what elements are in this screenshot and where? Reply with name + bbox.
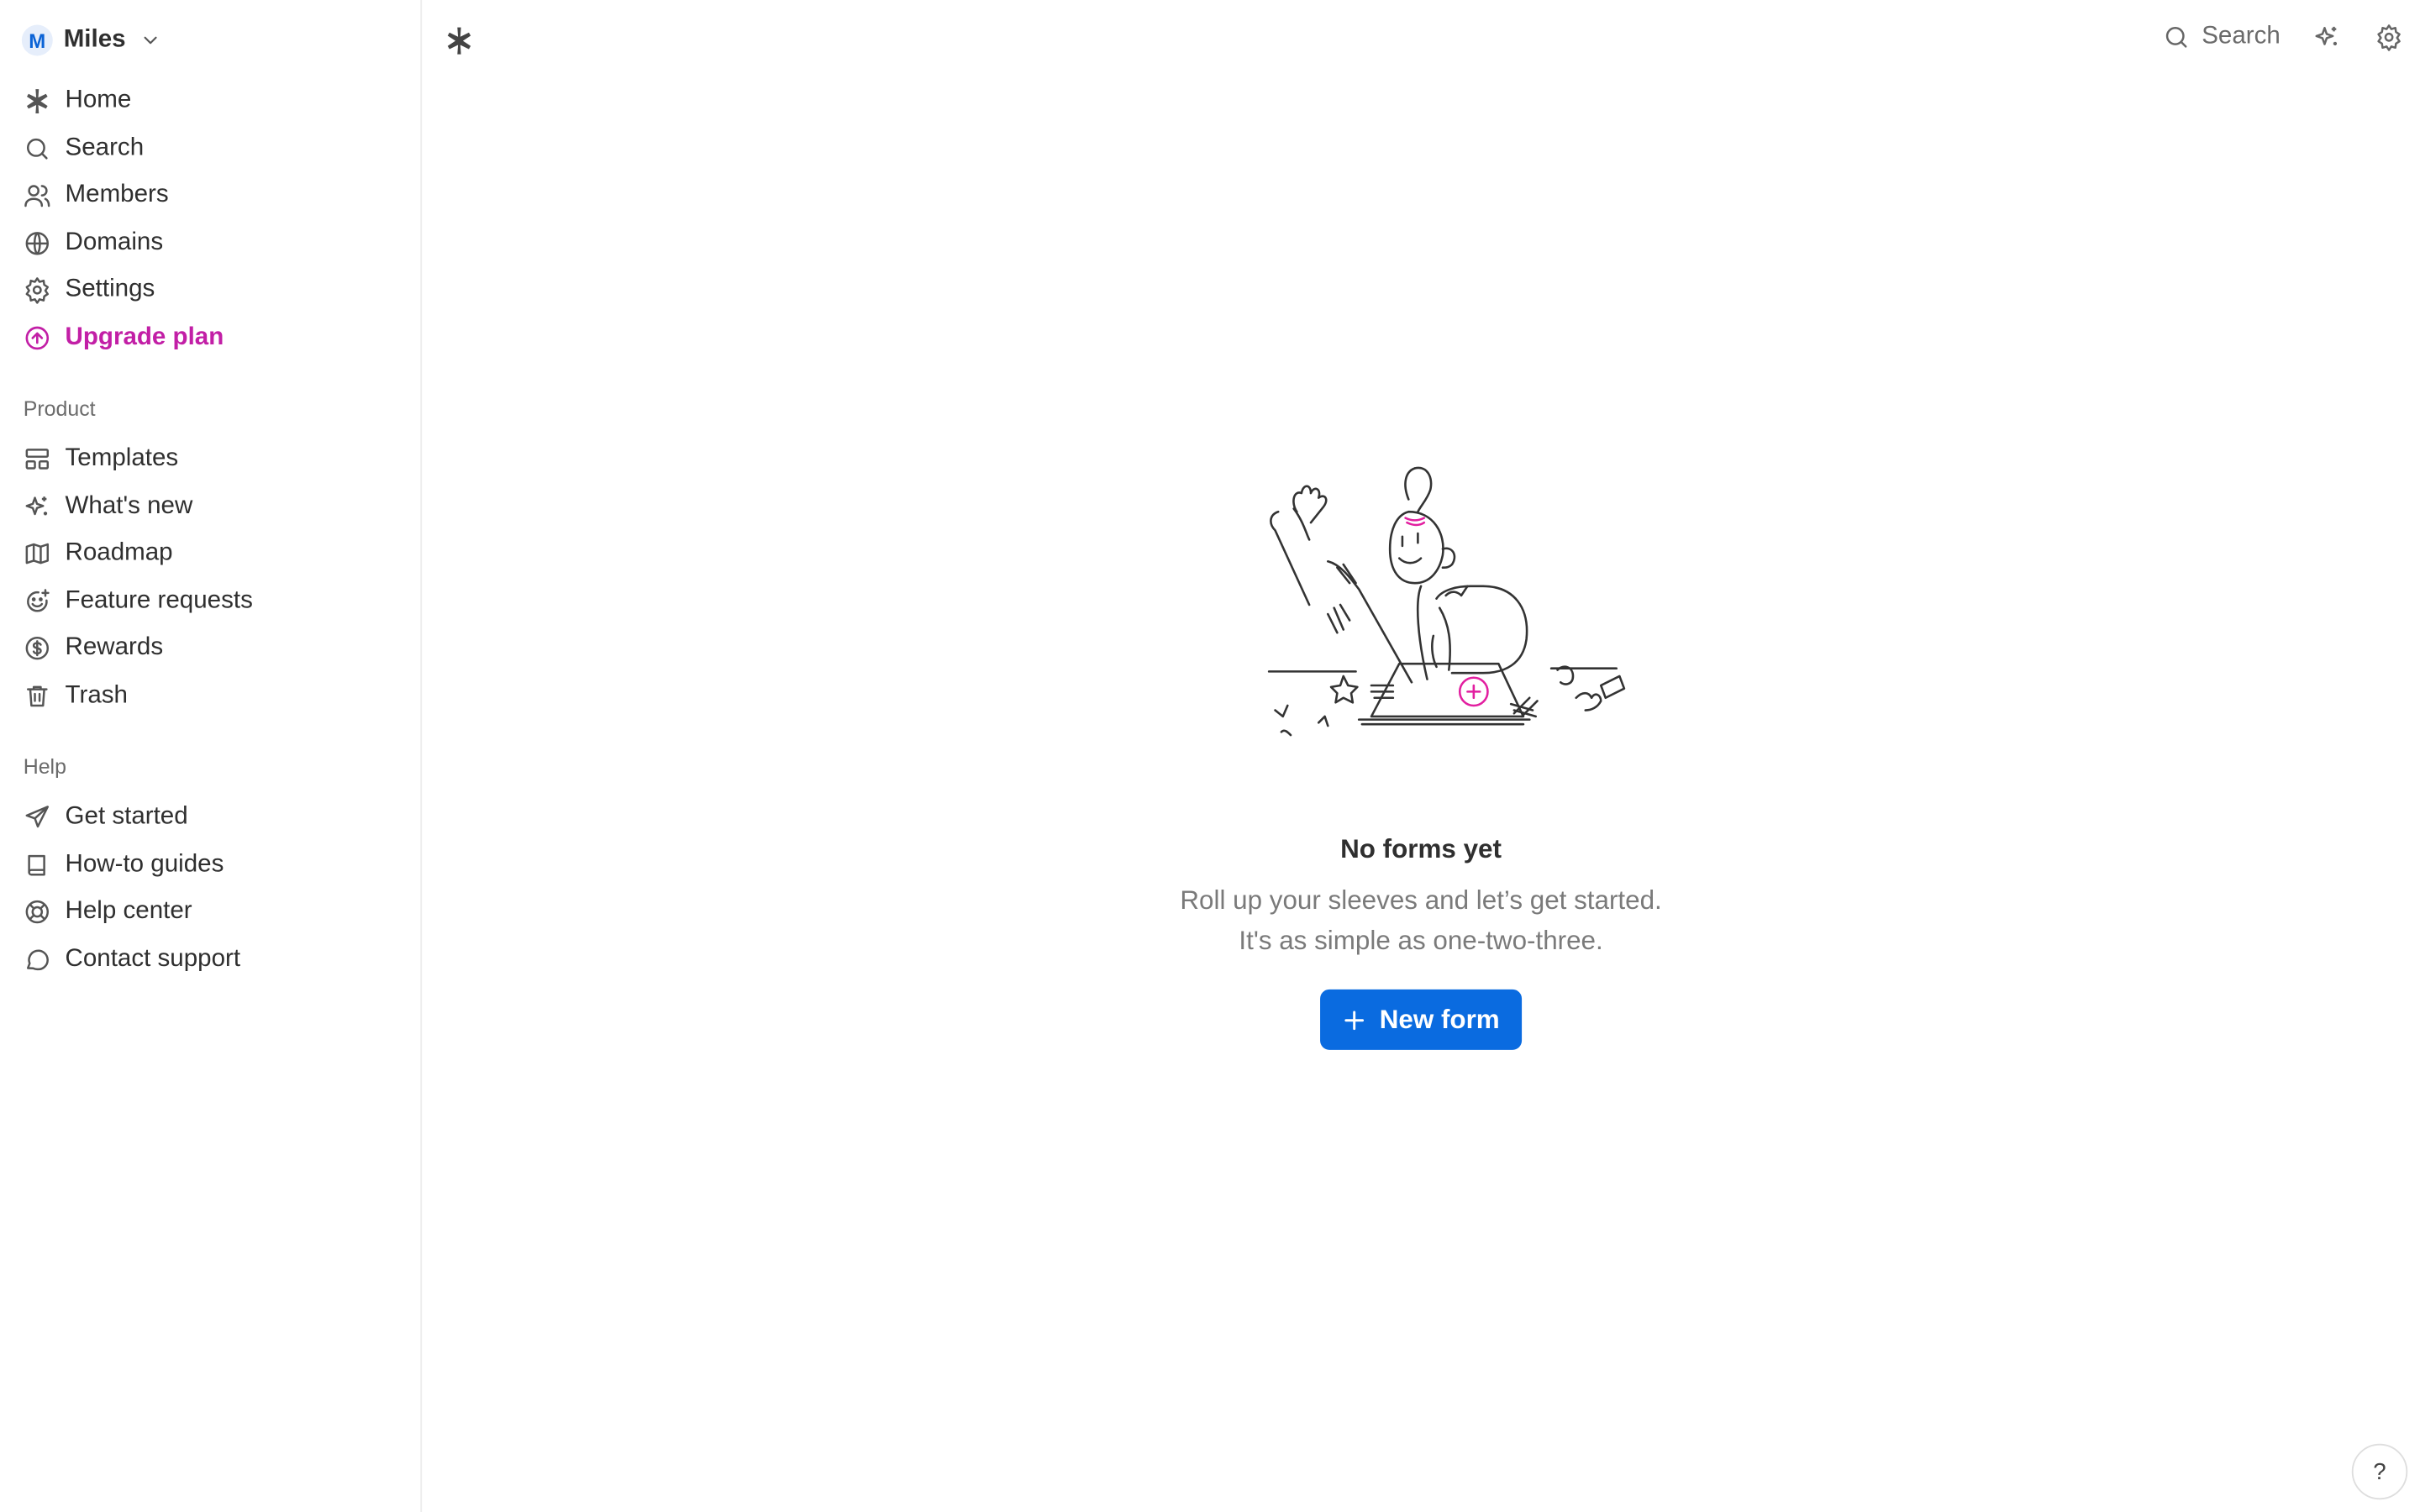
sidebar-item-label: Search	[65, 134, 145, 161]
top-search-label: Search	[2202, 23, 2281, 50]
sidebar-item-label: Help center	[65, 898, 192, 925]
sidebar-item-templates[interactable]: Templates	[13, 436, 408, 483]
top-search-button[interactable]: Search	[2163, 24, 2281, 51]
lifebuoy-icon	[24, 898, 51, 926]
sidebar-item-upgrade-plan[interactable]: Upgrade plan	[13, 314, 408, 361]
sparkles-icon	[24, 493, 51, 521]
workspace-avatar: M	[21, 24, 53, 56]
book-icon	[24, 851, 51, 879]
sidebar-item-help-center[interactable]: Help center	[13, 889, 408, 936]
sidebar-item-label: Members	[65, 181, 169, 208]
sidebar-item-home[interactable]: Home	[13, 77, 408, 124]
sidebar-item-settings[interactable]: Settings	[13, 267, 408, 314]
sidebar-item-label: Home	[65, 87, 132, 114]
empty-state-title: No forms yet	[1340, 834, 1502, 864]
plus-icon	[1344, 1010, 1365, 1030]
sidebar-item-label: Roadmap	[65, 539, 173, 567]
whats-new-button[interactable]	[2312, 22, 2343, 53]
question-mark-icon: ?	[2373, 1458, 2386, 1485]
gear-icon	[24, 276, 51, 305]
empty-state-line-1: Roll up your sleeves and let’s get start…	[1180, 885, 1662, 916]
sidebar-item-feature-requests[interactable]: Feature requests	[13, 578, 408, 625]
sidebar-item-trash[interactable]: Trash	[13, 672, 408, 719]
sidebar-item-search[interactable]: Search	[13, 125, 408, 172]
arrow-up-circle-icon	[24, 323, 51, 351]
chat-bubble-icon	[24, 946, 51, 974]
sidebar-item-label: Domains	[65, 228, 164, 256]
new-form-button[interactable]: New form	[1320, 989, 1522, 1050]
sidebar-item-get-started[interactable]: Get started	[13, 794, 408, 841]
sidebar-item-rewards[interactable]: Rewards	[13, 625, 408, 672]
sidebar: M Miles Home Search Members Domains Sett…	[0, 0, 423, 1512]
empty-state-line-2: It's as simple as one-two-three.	[1239, 926, 1603, 956]
sparkles-icon	[2315, 26, 2337, 45]
sidebar-item-label: Templates	[65, 445, 179, 472]
trash-icon	[24, 682, 51, 710]
search-icon	[24, 134, 51, 162]
sidebar-item-label: Trash	[65, 681, 128, 709]
send-icon	[24, 804, 51, 832]
workspace-name: Miles	[63, 26, 126, 53]
sidebar-item-how-to-guides[interactable]: How-to guides	[13, 842, 408, 889]
gear-icon	[2377, 24, 2401, 51]
sidebar-item-domains[interactable]: Domains	[13, 219, 408, 266]
empty-state-illustration	[1267, 466, 1626, 737]
sidebar-item-label: Rewards	[65, 634, 164, 661]
sidebar-item-label: Feature requests	[65, 587, 253, 614]
section-label-product: Product	[23, 396, 96, 421]
dollar-circle-icon	[24, 635, 51, 663]
globe-icon	[24, 229, 51, 257]
main-content: Search No forms yet Roll up your sleeves…	[422, 0, 2420, 1512]
workspace-switcher[interactable]: M Miles	[21, 22, 161, 59]
layout-icon	[24, 445, 51, 473]
sidebar-item-label: Get started	[65, 803, 188, 831]
sidebar-item-label: Upgrade plan	[65, 323, 224, 350]
sidebar-item-members[interactable]: Members	[13, 172, 408, 219]
asterisk-logo-icon[interactable]	[444, 25, 475, 56]
top-toolbar: Search	[2163, 22, 2404, 53]
search-icon	[2166, 26, 2188, 48]
chevron-down-icon	[144, 36, 157, 45]
new-form-label: New form	[1379, 1004, 1500, 1034]
help-floating-button[interactable]: ?	[2351, 1443, 2408, 1500]
product-nav: Templates What's new Roadmap Feature req…	[13, 436, 408, 720]
settings-button[interactable]	[2374, 22, 2405, 53]
sidebar-item-label: Settings	[65, 276, 155, 303]
asterisk-icon	[24, 87, 51, 115]
sidebar-item-contact-support[interactable]: Contact support	[13, 936, 408, 983]
users-icon	[24, 181, 51, 209]
empty-state-description: Roll up your sleeves and let’s get start…	[1180, 881, 1661, 962]
sidebar-item-label: Contact support	[65, 945, 241, 973]
section-label-help: Help	[23, 755, 66, 779]
sidebar-item-label: What's new	[65, 492, 193, 519]
main-nav: Home Search Members Domains Settings Upg…	[13, 77, 408, 361]
sidebar-item-whats-new[interactable]: What's new	[13, 483, 408, 530]
map-icon	[24, 540, 51, 568]
sidebar-item-roadmap[interactable]: Roadmap	[13, 530, 408, 577]
smile-plus-icon	[24, 587, 51, 615]
help-nav: Get started How-to guides Help center Co…	[13, 794, 408, 983]
sidebar-item-label: How-to guides	[65, 851, 224, 878]
empty-state: No forms yet Roll up your sleeves and le…	[422, 465, 2420, 1050]
